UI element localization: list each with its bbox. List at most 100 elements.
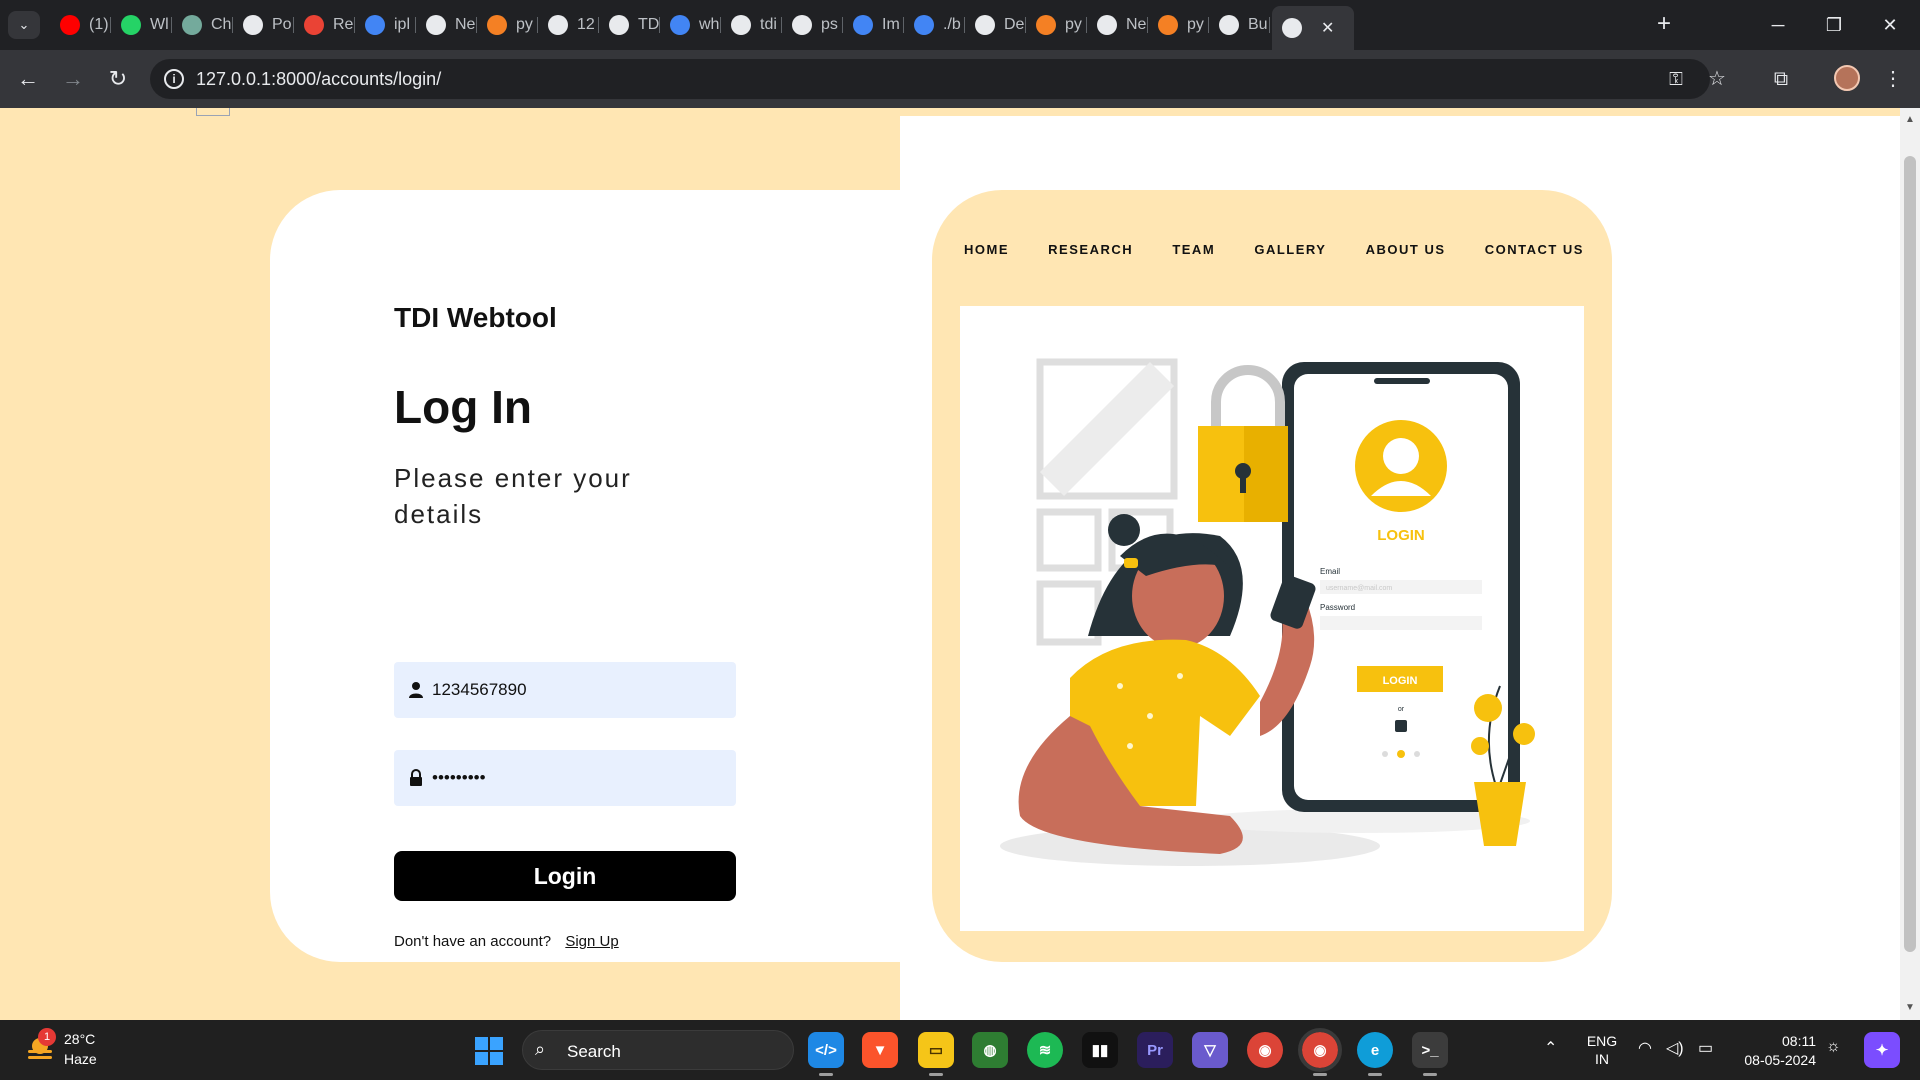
tab-title: ps [821,16,838,33]
address-url[interactable]: 127.0.0.1:8000/accounts/login/ [196,69,441,90]
signup-link[interactable]: Sign Up [565,933,618,950]
volume-icon[interactable]: ◁) [1666,1038,1684,1058]
minimize-button[interactable]: ─ [1758,10,1798,40]
stackoverflow-icon [1158,15,1178,35]
nav-gallery[interactable]: GALLERY [1254,242,1326,257]
restore-button[interactable]: ❐ [1814,10,1854,40]
signup-prompt: Don't have an account? [394,933,552,950]
file-explorer-icon[interactable]: ▭ [918,1032,954,1076]
vertical-scrollbar[interactable]: ▲ ▼ [1900,108,1920,1020]
browser-tab[interactable]: Re [294,8,355,42]
brave-icon[interactable]: ▼ [862,1032,898,1068]
browser-tab[interactable]: Po [233,8,294,42]
browser-tab[interactable]: py [1026,8,1087,42]
password-value[interactable]: ••••••••• [432,768,486,788]
page-heading: Log In [394,381,532,433]
active-browser-tab[interactable]: ✕ [1272,6,1354,50]
page-viewport: TDI Webtool Log In Please enter your det… [0,108,1900,1020]
wifi-icon[interactable]: ◠ [1638,1038,1652,1058]
browser-tab[interactable]: tdi [721,8,782,42]
scroll-up-arrow[interactable]: ▲ [1904,114,1916,126]
taskbar-search[interactable]: ⌕ Search [522,1030,794,1070]
password-key-icon[interactable]: ⚿ [1663,67,1689,91]
stackoverflow-icon [1036,15,1056,35]
brand-title: TDI Webtool [394,302,557,333]
system-clock[interactable]: 08:11 08-05-2024 [1736,1032,1816,1070]
tab-title: De [1004,16,1025,33]
copilot-icon[interactable]: ✦ [1864,1032,1900,1068]
browser-tab[interactable]: De [965,8,1026,42]
tab-search-button[interactable]: ⌄ [8,11,40,39]
start-windows-icon[interactable] [475,1037,503,1065]
close-tab-icon[interactable]: ✕ [1321,18,1334,38]
browser-tab[interactable]: TD [599,8,660,42]
nav-research[interactable]: RESEARCH [1048,242,1133,257]
more-menu-icon[interactable]: ⋮ [1878,64,1908,94]
back-button[interactable]: ← [12,63,44,95]
browser-tab[interactable]: Ne [416,8,477,42]
scrollbar-thumb[interactable] [1904,156,1916,952]
vpn-triangle-icon[interactable]: ▽ [1192,1032,1228,1068]
browser-tab[interactable]: (1) [50,8,111,42]
username-value[interactable]: 1234567890 [432,680,527,700]
nav-team[interactable]: TEAM [1172,242,1215,257]
browser-tab[interactable]: Im [843,8,904,42]
battery-icon[interactable]: ▭ [1698,1038,1713,1058]
browser-tab[interactable]: ./b [904,8,965,42]
browser-tab[interactable]: ps [782,8,843,42]
scroll-down-arrow[interactable]: ▼ [1904,1002,1916,1014]
tab-title: Bu [1248,16,1268,33]
browser-tab[interactable]: Ne [1087,8,1148,42]
bookmark-star-icon[interactable]: ☆ [1702,64,1732,94]
edge-icon[interactable]: e [1357,1032,1393,1076]
language-code: ENG [1586,1033,1618,1049]
premiere-pro-icon[interactable]: Pr [1137,1032,1173,1068]
illustration-or-text: or [1398,706,1405,713]
illustration-login-text: LOGIN [1377,527,1425,544]
spotify-icon[interactable]: ≋ [1027,1032,1063,1068]
forward-button[interactable]: → [57,63,89,95]
tab-title: 12 [577,16,595,33]
chrome-profile-icon[interactable]: ◉ [1298,1028,1342,1076]
notification-bell-icon[interactable]: ☼ [1826,1038,1841,1056]
illustration-password-label: Password [1320,603,1355,612]
weather-temperature[interactable]: 28°C [64,1031,95,1047]
password-field[interactable]: ••••••••• [394,750,736,806]
close-window-button[interactable]: ✕ [1870,10,1910,40]
google-icon [853,15,873,35]
nav-about-us[interactable]: ABOUT US [1366,242,1446,257]
tab-title: Wl [150,16,169,33]
chatgpt-icon [426,15,446,35]
site-info-icon[interactable]: i [164,69,184,89]
taskbar-search-label: Search [567,1042,621,1061]
reload-button[interactable]: ↻ [102,63,134,95]
browser-tab[interactable]: 12 [538,8,599,42]
browser-tab[interactable]: py [1148,8,1209,42]
browser-tab[interactable]: Wl [111,8,172,42]
page-top-fragment [196,108,230,116]
login-button[interactable]: Login [394,851,736,901]
browser-tab[interactable]: py [477,8,538,42]
new-tab-button[interactable]: + [1650,10,1678,38]
extensions-puzzle-icon[interactable]: ⧉ [1766,64,1796,94]
nav-contact-us[interactable]: CONTACT US [1485,242,1584,257]
top-nav: HOME RESEARCH TEAM GALLERY ABOUT US CONT… [964,242,1584,257]
vscode-icon[interactable]: </> [808,1032,844,1076]
nav-home[interactable]: HOME [964,242,1009,257]
username-field[interactable]: 1234567890 [394,662,736,718]
browser-tab[interactable]: Ch [172,8,233,42]
language-indicator[interactable]: ENG IN [1584,1032,1620,1068]
terminal-icon[interactable]: >_ [1412,1032,1448,1076]
audio-bars-icon[interactable]: ▮▮ [1082,1032,1118,1068]
browser-tab[interactable]: ipl [355,8,416,42]
chrome-icon[interactable]: ◉ [1247,1032,1283,1068]
illustration-email-label: Email [1320,567,1340,576]
browser-tab[interactable]: Bu [1209,8,1270,42]
profile-avatar[interactable] [1834,65,1860,91]
tray-overflow-chevron-icon[interactable]: ⌃ [1544,1038,1557,1058]
triangle-icon [731,15,751,35]
browser-tab[interactable]: wh [660,8,721,42]
weather-condition[interactable]: Haze [64,1051,97,1067]
globe-app-icon[interactable]: ◍ [972,1032,1008,1068]
address-bar[interactable]: i 127.0.0.1:8000/accounts/login/ ⚿ [150,59,1710,99]
